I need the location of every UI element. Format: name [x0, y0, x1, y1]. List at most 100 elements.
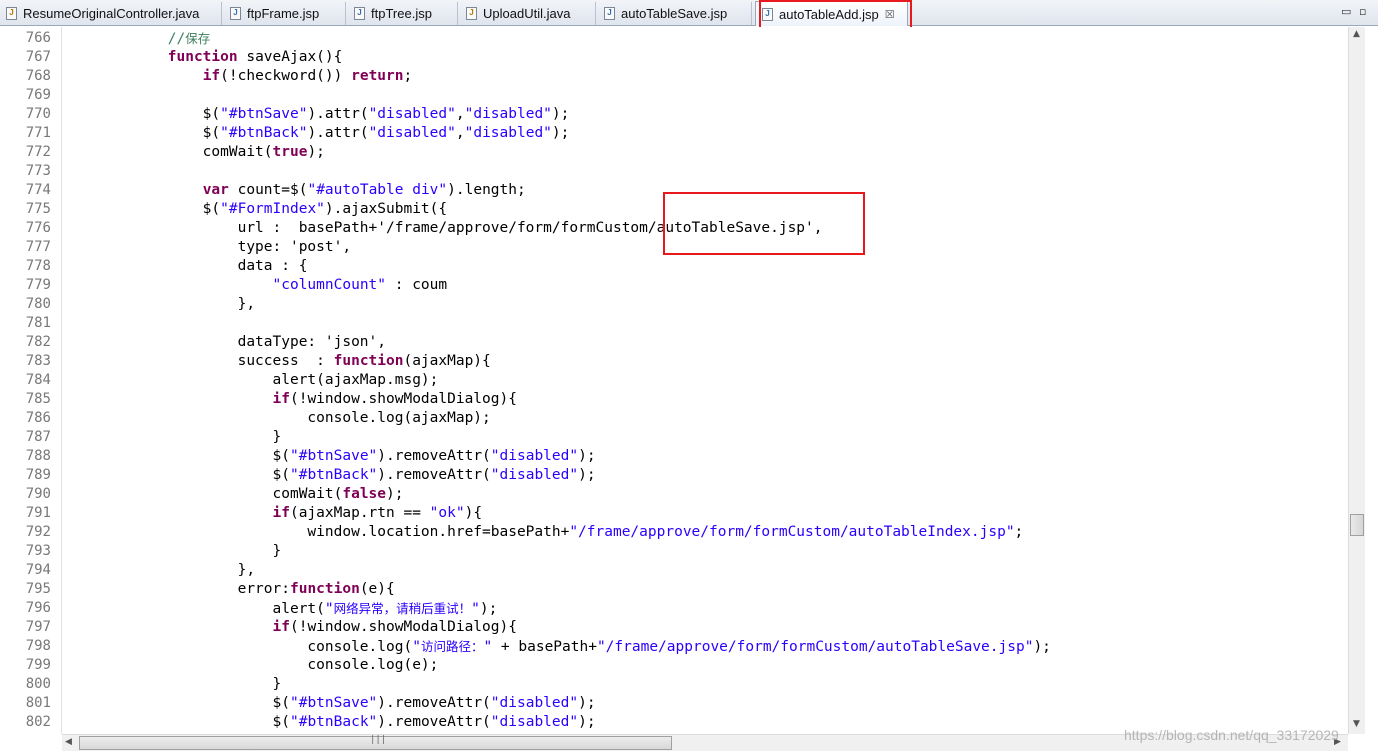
- code-line[interactable]: 778 data : {: [0, 257, 1348, 276]
- code-token: },: [63, 296, 256, 312]
- code-line[interactable]: 796 alert("网络异常，请稍后重试！");: [0, 599, 1348, 618]
- code-token: + basePath+: [492, 639, 597, 655]
- code-text: //保存: [63, 29, 210, 49]
- code-token: (!window.showModalDialog){: [289, 391, 517, 407]
- tab-auto-table-save[interactable]: J autoTableSave.jsp: [598, 2, 752, 25]
- line-number: 793: [25, 543, 51, 559]
- tab-ftp-frame[interactable]: J ftpFrame.jsp: [224, 2, 346, 25]
- line-number: 802: [25, 714, 51, 730]
- code-line[interactable]: 780 },: [0, 295, 1348, 314]
- code-line[interactable]: 792 window.location.href=basePath+"/fram…: [0, 523, 1348, 542]
- code-line[interactable]: 790 comWait(false);: [0, 485, 1348, 504]
- code-line[interactable]: 766 //保存: [0, 29, 1348, 48]
- code-token: ).attr(: [307, 125, 369, 141]
- code-line[interactable]: 794 },: [0, 561, 1348, 580]
- code-line[interactable]: 799 console.log(e);: [0, 656, 1348, 675]
- tab-upload-util[interactable]: J UploadUtil.java: [460, 2, 596, 25]
- line-number: 782: [25, 334, 51, 350]
- tab-ftp-tree[interactable]: J ftpTree.jsp: [348, 2, 458, 25]
- code-text: $("#btnSave").removeAttr("disabled");: [63, 694, 596, 713]
- code-text: $("#btnBack").removeAttr("disabled");: [63, 713, 596, 732]
- code-line[interactable]: 783 success : function(ajaxMap){: [0, 352, 1348, 371]
- line-number: 771: [25, 125, 51, 141]
- vertical-scrollbar[interactable]: ▲ ▼: [1348, 27, 1365, 734]
- minimize-icon[interactable]: ▭: [1341, 5, 1351, 18]
- code-text: }: [63, 675, 282, 694]
- code-line[interactable]: 800 }: [0, 675, 1348, 694]
- code-line[interactable]: 785 if(!window.showModalDialog){: [0, 390, 1348, 409]
- code-token: );: [1033, 639, 1051, 655]
- code-line[interactable]: 786 console.log(ajaxMap);: [0, 409, 1348, 428]
- line-number: 794: [25, 562, 51, 578]
- code-text: comWait(true);: [63, 143, 325, 162]
- code-line[interactable]: 791 if(ajaxMap.rtn == "ok"){: [0, 504, 1348, 523]
- code-line[interactable]: 767 function saveAjax(){: [0, 48, 1348, 67]
- code-token: "#btnBack": [220, 125, 308, 141]
- code-token: ).removeAttr(: [377, 714, 491, 730]
- line-number: 774: [25, 182, 51, 198]
- code-token: 访问路径：: [420, 639, 484, 654]
- code-line[interactable]: 784 alert(ajaxMap.msg);: [0, 371, 1348, 390]
- scroll-down-icon[interactable]: ▼: [1353, 719, 1360, 729]
- code-token: alert(ajaxMap.msg);: [63, 372, 439, 388]
- restore-icon[interactable]: ▫: [1359, 5, 1366, 18]
- code-line[interactable]: 801 $("#btnSave").removeAttr("disabled")…: [0, 694, 1348, 713]
- code-token: data : {: [63, 258, 308, 274]
- code-line[interactable]: 779 "columnCount" : coum: [0, 276, 1348, 295]
- code-line[interactable]: 793 }: [0, 542, 1348, 561]
- line-number: 767: [25, 49, 51, 65]
- code-text: window.location.href=basePath+"/frame/ap…: [63, 523, 1023, 542]
- tab-resume-original-controller[interactable]: J ResumeOriginalController.java: [0, 2, 222, 25]
- code-text: if(!checkword()) return;: [63, 67, 413, 86]
- code-token: "ok": [429, 505, 465, 521]
- code-token: type: 'post',: [63, 239, 352, 255]
- code-text: success : function(ajaxMap){: [63, 352, 491, 371]
- code-line[interactable]: 772 comWait(true);: [0, 143, 1348, 162]
- code-token: ).attr(: [307, 106, 369, 122]
- tab-label: autoTableSave.jsp: [621, 6, 728, 21]
- code-line[interactable]: 768 if(!checkword()) return;: [0, 67, 1348, 86]
- code-token: true: [272, 144, 308, 160]
- code-token: }: [63, 429, 282, 445]
- code-text: data : {: [63, 257, 308, 276]
- code-line[interactable]: 797 if(!window.showModalDialog){: [0, 618, 1348, 637]
- java-file-icon: J: [6, 7, 17, 20]
- vertical-scroll-thumb[interactable]: [1350, 514, 1364, 536]
- line-number: 777: [25, 239, 51, 255]
- java-file-icon: J: [466, 7, 477, 20]
- horizontal-scroll-thumb[interactable]: |||: [79, 735, 672, 750]
- code-text: var count=$("#autoTable div").length;: [63, 181, 526, 200]
- code-token: alert(: [63, 601, 325, 617]
- code-line[interactable]: 769: [0, 86, 1348, 105]
- code-token: );: [307, 144, 325, 160]
- code-token: ){: [464, 505, 483, 521]
- code-line[interactable]: 798 console.log("访问路径：" + basePath+"/fra…: [0, 637, 1348, 656]
- code-token: false: [342, 486, 387, 502]
- code-token: ": [412, 639, 421, 655]
- code-editor[interactable]: 766 //保存 767 function saveAjax(){768 if(!…: [0, 27, 1348, 734]
- code-line[interactable]: 771 $("#btnBack").attr("disabled","disab…: [0, 124, 1348, 143]
- code-token: return: [351, 68, 404, 84]
- scroll-left-icon[interactable]: ◀: [65, 737, 72, 747]
- code-line[interactable]: 789 $("#btnBack").removeAttr("disabled")…: [0, 466, 1348, 485]
- code-token: "disabled": [490, 467, 579, 483]
- code-line[interactable]: 770 $("#btnSave").attr("disabled","disab…: [0, 105, 1348, 124]
- code-token: 保存: [185, 31, 211, 46]
- code-line[interactable]: 782 dataType: 'json',: [0, 333, 1348, 352]
- code-line[interactable]: 787 }: [0, 428, 1348, 447]
- code-line[interactable]: 781: [0, 314, 1348, 333]
- code-line[interactable]: 788 $("#btnSave").removeAttr("disabled")…: [0, 447, 1348, 466]
- code-line[interactable]: 773: [0, 162, 1348, 181]
- line-number: 778: [25, 258, 51, 274]
- tab-label: ftpFrame.jsp: [247, 6, 320, 21]
- code-token: //: [63, 31, 186, 47]
- code-text: "columnCount" : coum: [63, 276, 448, 295]
- scroll-up-icon[interactable]: ▲: [1353, 29, 1360, 39]
- code-line[interactable]: 795 error:function(e){: [0, 580, 1348, 599]
- code-token: );: [578, 695, 596, 711]
- code-token: ).ajaxSubmit({: [324, 201, 448, 217]
- code-token: (!checkword()): [220, 68, 352, 84]
